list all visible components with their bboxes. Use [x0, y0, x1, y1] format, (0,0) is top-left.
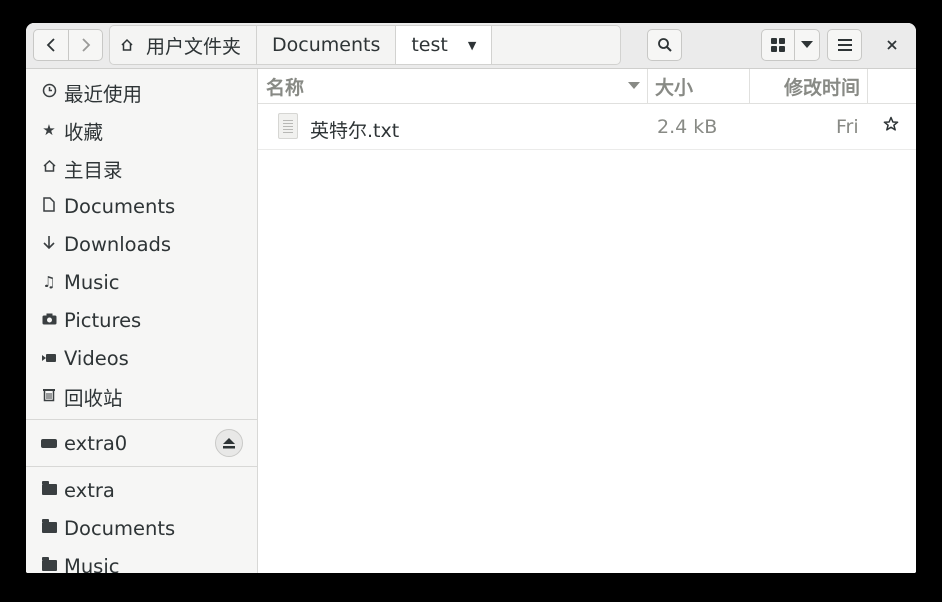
search-icon	[657, 38, 672, 52]
breadcrumb-home-label: 用户文件夹	[146, 35, 242, 58]
column-size-label: 大小	[655, 76, 694, 99]
folder-icon	[39, 481, 59, 499]
sidebar-divider	[26, 419, 257, 420]
header-bar: 用户文件夹 Documents test ▼	[26, 23, 916, 69]
folder-icon	[39, 557, 59, 573]
sort-descending-icon	[628, 82, 640, 89]
sidebar-item-music[interactable]: ♫ Music	[26, 263, 257, 301]
chevron-right-icon	[81, 38, 90, 52]
sidebar-item-documents[interactable]: Documents	[26, 187, 257, 225]
grid-view-icon	[771, 38, 785, 52]
sidebar-item-label: Videos	[64, 346, 129, 370]
search-button[interactable]	[647, 29, 682, 61]
file-manager-window: 用户文件夹 Documents test ▼ 最近使用 ★ 收藏 主目录 Doc…	[26, 23, 916, 573]
sidebar-item-downloads[interactable]: Downloads	[26, 225, 257, 263]
view-options-dropdown[interactable]	[794, 29, 820, 61]
breadcrumb-documents-label: Documents	[272, 34, 381, 56]
eject-icon	[223, 437, 235, 448]
eject-button[interactable]	[215, 429, 243, 457]
download-icon	[39, 235, 59, 254]
file-modified: Fri	[836, 116, 859, 138]
chevron-left-icon	[46, 38, 55, 52]
sidebar-item-bookmark-documents[interactable]: Documents	[26, 509, 257, 547]
home-icon	[39, 159, 59, 177]
breadcrumb: 用户文件夹 Documents test ▼	[109, 25, 622, 67]
breadcrumb-home[interactable]: 用户文件夹	[109, 25, 257, 65]
navigation-buttons	[33, 29, 103, 61]
close-button[interactable]	[876, 29, 908, 61]
sidebar-item-bookmark-music[interactable]: Music	[26, 547, 257, 573]
text-file-icon	[278, 113, 298, 139]
view-buttons	[761, 29, 820, 61]
sidebar-item-trash[interactable]: 回收站	[26, 377, 257, 415]
grid-view-button[interactable]	[761, 29, 794, 61]
sidebar-item-home[interactable]: 主目录	[26, 149, 257, 187]
sidebar-item-label: 主目录	[64, 158, 123, 182]
chevron-down-icon: ▼	[467, 38, 477, 52]
sidebar-item-videos[interactable]: Videos	[26, 339, 257, 377]
camera-icon	[39, 311, 59, 329]
breadcrumb-test-label: test	[411, 34, 448, 56]
sidebar-item-label: 回收站	[64, 386, 123, 410]
sidebar-divider	[26, 466, 257, 467]
sidebar-item-label: Downloads	[64, 232, 172, 256]
sidebar-item-label: 最近使用	[64, 82, 143, 106]
sidebar-item-starred[interactable]: ★ 收藏	[26, 111, 257, 149]
column-header-row: 名称 大小 修改时间	[258, 69, 916, 104]
column-header-size[interactable]: 大小	[648, 69, 750, 103]
file-size: 2.4 kB	[657, 116, 718, 138]
menu-button[interactable]	[827, 29, 862, 61]
star-outline-icon[interactable]	[883, 116, 899, 137]
column-modified-label: 修改时间	[783, 76, 860, 99]
sidebar: 最近使用 ★ 收藏 主目录 Documents Downloads ♫ Musi…	[26, 69, 258, 573]
trash-icon	[39, 387, 59, 406]
forward-button[interactable]	[68, 29, 103, 61]
breadcrumb-test[interactable]: test ▼	[395, 25, 492, 65]
chevron-down-icon	[801, 41, 813, 48]
document-icon	[39, 196, 59, 216]
file-list: 名称 大小 修改时间 英特尔.txt 2.4 kB Fri	[258, 69, 916, 573]
column-name-label: 名称	[266, 76, 305, 99]
file-name: 英特尔.txt	[310, 120, 400, 142]
sidebar-item-label: extra0	[64, 431, 128, 455]
sidebar-item-label: 收藏	[64, 120, 104, 144]
file-row[interactable]: 英特尔.txt 2.4 kB Fri	[258, 105, 916, 150]
clock-icon	[39, 83, 59, 102]
sidebar-item-label: extra	[64, 478, 115, 502]
sidebar-item-label: Music	[64, 270, 120, 294]
drive-icon	[39, 434, 59, 452]
back-button[interactable]	[33, 29, 68, 61]
sidebar-item-recent[interactable]: 最近使用	[26, 73, 257, 111]
sidebar-item-label: Documents	[64, 516, 176, 540]
video-icon	[39, 349, 59, 367]
sidebar-item-label: Music	[64, 554, 120, 574]
folder-icon	[39, 519, 59, 537]
close-icon	[887, 40, 897, 50]
hamburger-menu-icon	[837, 39, 852, 51]
breadcrumb-documents[interactable]: Documents	[256, 25, 396, 65]
breadcrumb-spacer	[491, 25, 622, 65]
sidebar-item-label: Pictures	[64, 308, 142, 332]
home-icon	[121, 38, 133, 51]
column-header-modified[interactable]: 修改时间	[750, 69, 868, 103]
sidebar-item-bookmark-extra[interactable]: extra	[26, 471, 257, 509]
music-icon: ♫	[42, 273, 56, 291]
column-header-name[interactable]: 名称	[258, 69, 648, 103]
star-icon: ★	[42, 121, 56, 139]
sidebar-item-pictures[interactable]: Pictures	[26, 301, 257, 339]
sidebar-item-label: Documents	[64, 194, 176, 218]
